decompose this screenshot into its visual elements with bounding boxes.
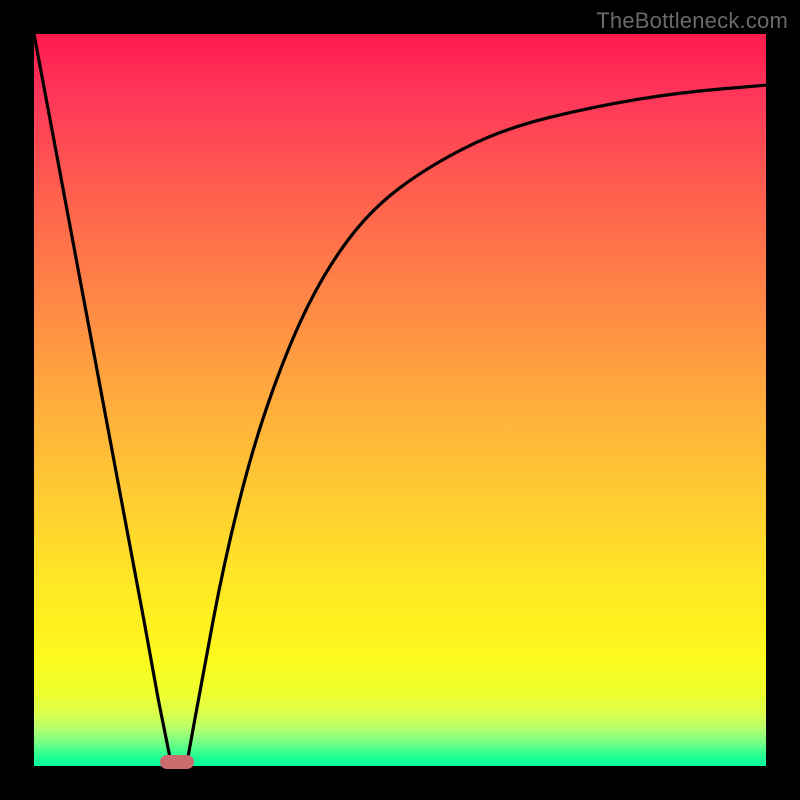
chart-frame: TheBottleneck.com bbox=[0, 0, 800, 800]
watermark-text: TheBottleneck.com bbox=[596, 8, 788, 34]
right-rise-curve bbox=[188, 85, 766, 759]
optimum-marker bbox=[160, 755, 194, 769]
left-descent-line bbox=[34, 34, 170, 759]
curve-layer bbox=[34, 34, 766, 766]
plot-area bbox=[34, 34, 766, 766]
